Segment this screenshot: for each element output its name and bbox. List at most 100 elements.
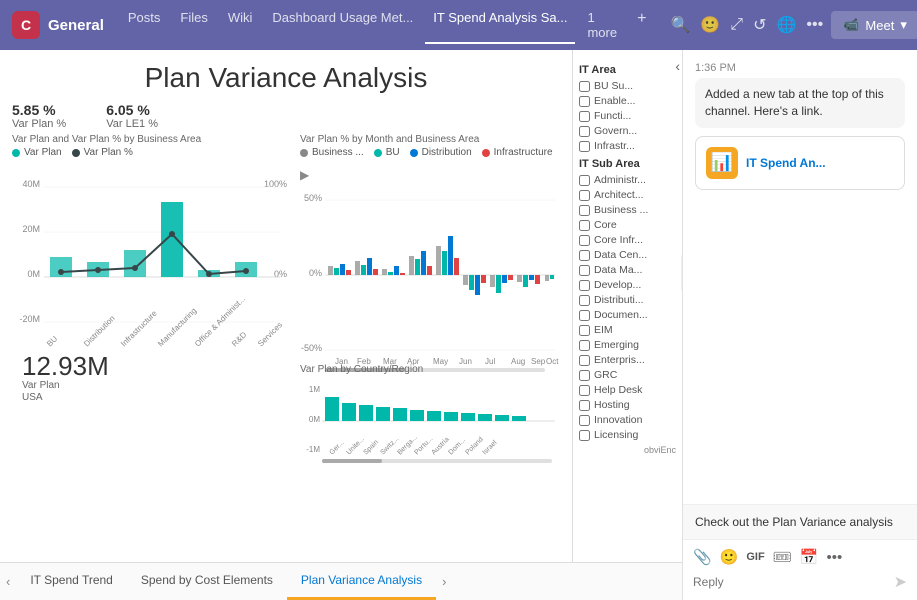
globe-icon[interactable]: 🌐 bbox=[777, 15, 797, 35]
tab-plan-variance[interactable]: Plan Variance Analysis bbox=[287, 563, 436, 600]
svg-text:-20M: -20M bbox=[19, 314, 40, 324]
nav-link-wiki[interactable]: Wiki bbox=[220, 6, 261, 44]
gif-icon[interactable]: GIF bbox=[746, 551, 764, 563]
send-icon[interactable]: ➤ bbox=[894, 572, 907, 592]
svg-text:-1M: -1M bbox=[306, 445, 320, 454]
expand-icon[interactable]: ⤢ bbox=[730, 16, 743, 34]
filter-bu-su[interactable]: BU Su... bbox=[579, 80, 676, 92]
sticker-icon[interactable]: 🎟 bbox=[773, 548, 792, 566]
meet-chevron: ▾ bbox=[900, 17, 907, 33]
report-filters: ‹ Filters IT Area BU Su... Enable... Fun… bbox=[572, 50, 682, 562]
top-nav: C General Posts Files Wiki Dashboard Usa… bbox=[0, 0, 917, 50]
var-monthly-chart-label: Var Plan % by Month and Business Area bbox=[300, 134, 560, 145]
filter-infrastr[interactable]: Infrastr... bbox=[579, 140, 676, 152]
filter-functi-checkbox[interactable] bbox=[579, 111, 590, 122]
tab-spend-by-cost[interactable]: Spend by Cost Elements bbox=[127, 563, 287, 600]
chat-panel: 1:36 PM Added a new tab at the top of th… bbox=[683, 50, 917, 600]
meet-button[interactable]: 📹 Meet ▾ bbox=[831, 11, 917, 39]
refresh-icon[interactable]: ↺ bbox=[753, 15, 766, 35]
brand-logo: C bbox=[12, 11, 40, 39]
filter-data-cen[interactable]: Data Cen... bbox=[579, 249, 676, 261]
filter-develop[interactable]: Develop... bbox=[579, 279, 676, 291]
nav-tab-active[interactable]: IT Spend Analysis Sa... bbox=[425, 6, 575, 44]
charts-grid: Var Plan and Var Plan % by Business Area… bbox=[12, 134, 560, 514]
filter-distributi[interactable]: Distributi... bbox=[579, 294, 676, 306]
chat-card[interactable]: 📊 IT Spend An... bbox=[695, 136, 905, 190]
filter-core[interactable]: Core bbox=[579, 219, 676, 231]
metric-var-plan-value: 5.85 % bbox=[12, 102, 66, 118]
chat-bubble: Added a new tab at the top of this chann… bbox=[695, 78, 905, 128]
filter-infrastr-checkbox[interactable] bbox=[579, 141, 590, 152]
filter-help-desk[interactable]: Help Desk bbox=[579, 384, 676, 396]
svg-text:1M: 1M bbox=[309, 385, 320, 394]
nav-links: Posts Files Wiki Dashboard Usage Met... … bbox=[120, 6, 655, 44]
chat-input-area: 📎 🙂 GIF 🎟 📅 ••• ➤ bbox=[683, 539, 917, 600]
filter-hosting[interactable]: Hosting bbox=[579, 399, 676, 411]
country-svg: 1M 0M -1M bbox=[300, 377, 560, 467]
tab-next[interactable]: › bbox=[436, 563, 452, 600]
svg-text:USA: USA bbox=[22, 392, 43, 403]
filter-core-infr[interactable]: Core Infr... bbox=[579, 234, 676, 246]
svg-text:Austria: Austria bbox=[430, 436, 450, 456]
country-chart-container: Var Plan by Country/Region 1M 0M -1M bbox=[300, 364, 560, 470]
filter-innovation[interactable]: Innovation bbox=[579, 414, 676, 426]
filter-govern[interactable]: Govern... bbox=[579, 125, 676, 137]
chat-input-row: ➤ bbox=[693, 572, 907, 592]
monthly-legend: Business ... BU Distribution bbox=[300, 147, 560, 182]
filter-eim[interactable]: EIM bbox=[579, 324, 676, 336]
svg-text:Aug: Aug bbox=[511, 357, 525, 366]
svg-text:100%: 100% bbox=[264, 179, 287, 189]
filter-grc[interactable]: GRC bbox=[579, 369, 676, 381]
filter-administr[interactable]: Administr... bbox=[579, 174, 676, 186]
filter-bu-su-checkbox[interactable] bbox=[579, 81, 590, 92]
svg-text:May: May bbox=[433, 357, 448, 366]
chat-input[interactable] bbox=[693, 575, 888, 589]
more-toolbar-icon[interactable]: ••• bbox=[826, 549, 842, 566]
tab-prev[interactable]: ‹ bbox=[0, 563, 16, 600]
monthly-svg: 50% 0% -50% bbox=[300, 186, 560, 371]
filter-enable[interactable]: Enable... bbox=[579, 95, 676, 107]
filter-documen[interactable]: Documen... bbox=[579, 309, 676, 321]
nav-add-tab[interactable]: + bbox=[629, 6, 654, 44]
chat-toolbar: 📎 🙂 GIF 🎟 📅 ••• bbox=[693, 548, 907, 566]
tab-it-spend-trend[interactable]: IT Spend Trend bbox=[16, 563, 127, 600]
svg-text:0%: 0% bbox=[309, 268, 322, 278]
filter-data-ma[interactable]: Data Ma... bbox=[579, 264, 676, 276]
legend-bu: BU bbox=[374, 147, 400, 158]
svg-text:Oct: Oct bbox=[546, 357, 559, 366]
var-monthly-chart: Var Plan % by Month and Business Area Bu… bbox=[300, 134, 560, 514]
report-panel: Plan Variance Analysis 5.85 % Var Plan %… bbox=[0, 50, 683, 600]
filter-business[interactable]: Business ... bbox=[579, 204, 676, 216]
nav-title: General bbox=[48, 17, 104, 34]
filter-emerging[interactable]: Emerging bbox=[579, 339, 676, 351]
nav-more[interactable]: 1 more bbox=[579, 6, 625, 44]
chat-suggestion-text: Check out the Plan Variance analysis bbox=[695, 515, 893, 529]
emoji-toolbar-icon[interactable]: 🙂 bbox=[720, 548, 739, 566]
filter-govern-checkbox[interactable] bbox=[579, 126, 590, 137]
chat-card-icon: 📊 bbox=[706, 147, 738, 179]
more-icon[interactable]: ••• bbox=[806, 16, 823, 34]
nav-link-dashboard[interactable]: Dashboard Usage Met... bbox=[264, 6, 421, 44]
legend-more-icon[interactable]: ▶ bbox=[300, 168, 309, 182]
legend-var-plan: Var Plan bbox=[12, 147, 62, 158]
filter-architect[interactable]: Architect... bbox=[579, 189, 676, 201]
schedule-icon[interactable]: 📅 bbox=[800, 548, 819, 566]
report-inner: Plan Variance Analysis 5.85 % Var Plan %… bbox=[0, 50, 572, 562]
svg-text:12.93M: 12.93M bbox=[22, 351, 109, 381]
svg-text:Sep: Sep bbox=[531, 357, 546, 366]
search-icon[interactable]: 🔍 bbox=[670, 15, 690, 35]
filters-tab[interactable]: Filters bbox=[681, 255, 682, 290]
chat-suggestion: Check out the Plan Variance analysis bbox=[683, 504, 917, 539]
nav-link-files[interactable]: Files bbox=[172, 6, 215, 44]
emoji-icon[interactable]: 🙂 bbox=[700, 15, 720, 35]
svg-text:-50%: -50% bbox=[301, 343, 322, 353]
attach-icon[interactable]: 📎 bbox=[693, 548, 712, 566]
collapse-filters-btn[interactable]: ‹ bbox=[675, 58, 680, 74]
svg-text:Jun: Jun bbox=[459, 357, 472, 366]
filter-enterpris[interactable]: Enterpris... bbox=[579, 354, 676, 366]
report-content: Plan Variance Analysis 5.85 % Var Plan %… bbox=[0, 50, 682, 562]
filter-licensing[interactable]: Licensing bbox=[579, 429, 676, 441]
nav-link-posts[interactable]: Posts bbox=[120, 6, 169, 44]
filter-functi[interactable]: Functi... bbox=[579, 110, 676, 122]
filter-enable-checkbox[interactable] bbox=[579, 96, 590, 107]
